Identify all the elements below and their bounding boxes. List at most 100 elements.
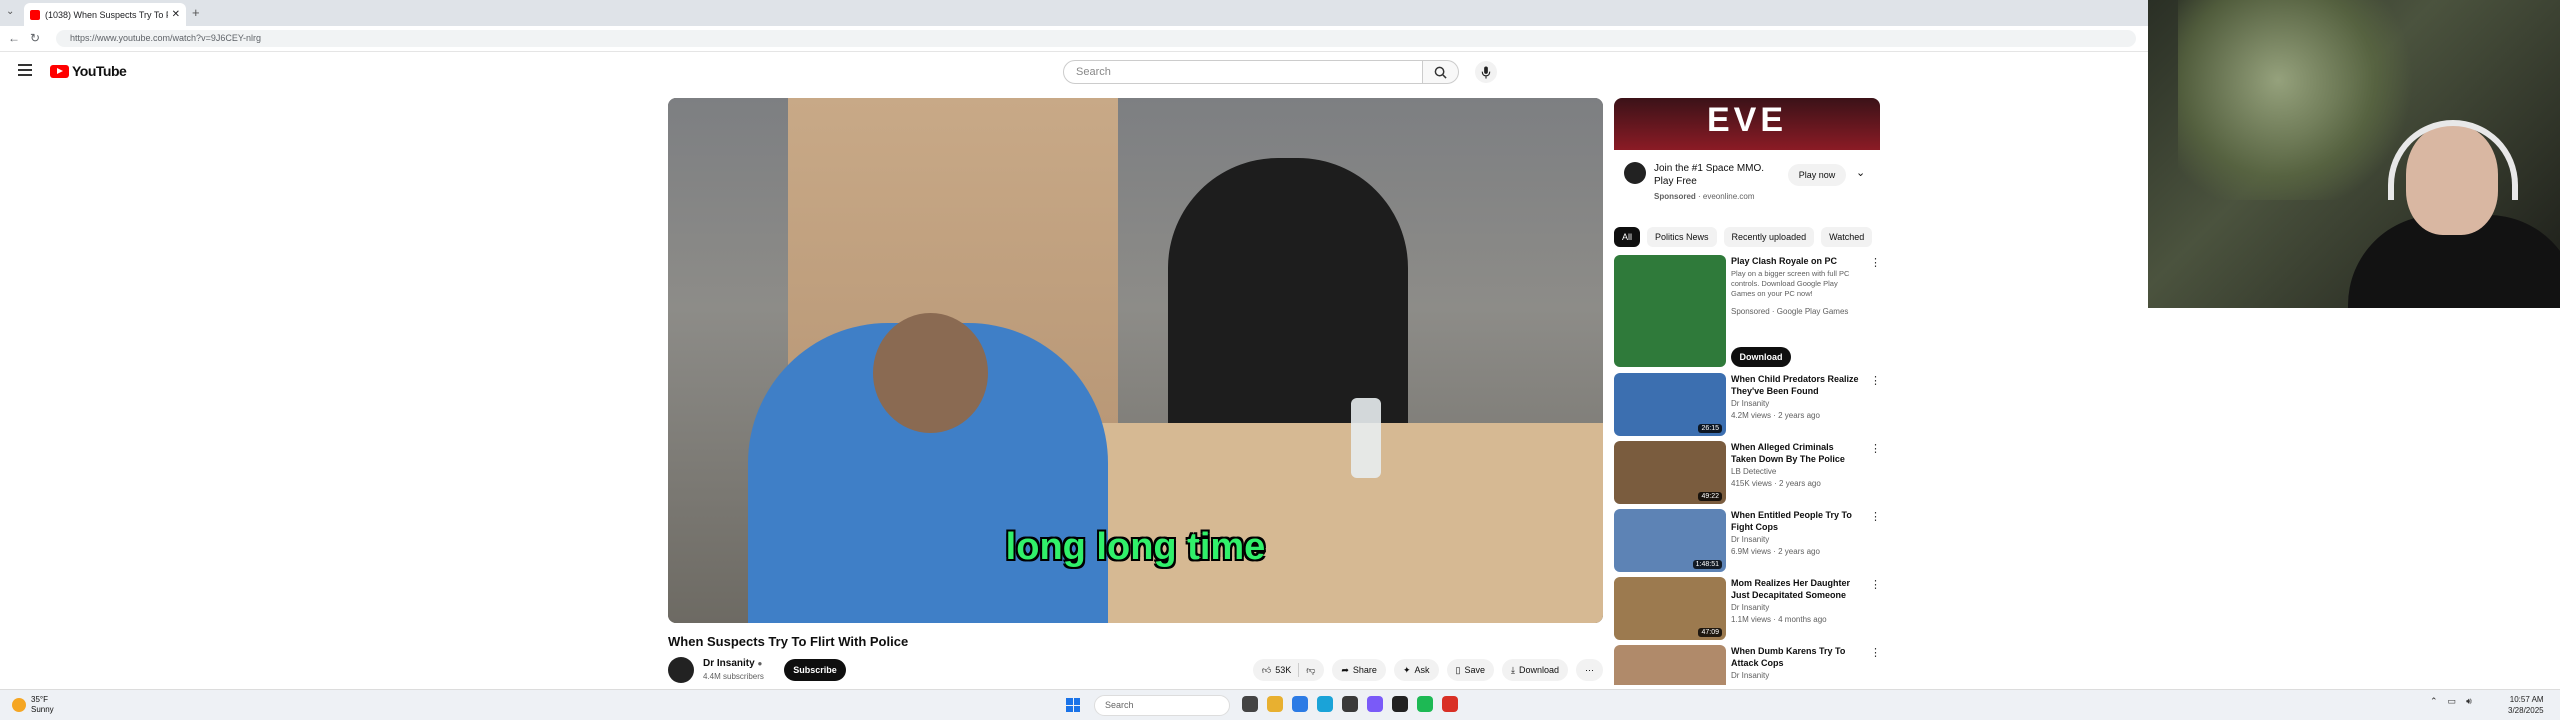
more-options-icon[interactable]: ⋮ xyxy=(1870,374,1881,387)
recommendation-item[interactable]: 26:15 When Child Predators Realize They'… xyxy=(1614,373,1881,439)
search-input[interactable]: Search xyxy=(1063,60,1423,84)
video-thumbnail[interactable]: 49:22 xyxy=(1614,441,1726,504)
recommendation-item[interactable]: 1:48:51 When Entitled People Try To Figh… xyxy=(1614,509,1881,575)
more-icon: ⋯ xyxy=(1585,664,1594,675)
download-button[interactable]: ⤓ Download xyxy=(1501,659,1568,681)
discord-icon[interactable] xyxy=(1367,696,1383,712)
subscribe-button[interactable]: Subscribe xyxy=(784,659,846,681)
rec-channel[interactable]: Dr Insanity xyxy=(1731,399,1769,408)
hamburger-menu-icon[interactable] xyxy=(18,64,32,76)
webcam-overlay xyxy=(2148,0,2560,308)
chevron-down-icon[interactable]: ⌄ xyxy=(1856,166,1865,179)
video-thumbnail[interactable]: 47:09 xyxy=(1614,577,1726,640)
ad-domain: eveonline.com xyxy=(1702,192,1755,201)
ask-button[interactable]: ✦ Ask xyxy=(1393,659,1439,681)
ad-banner[interactable]: EVE ONLINE xyxy=(1614,98,1880,161)
video-actions: 👍︎ 53K 👎︎ ➦ Share ✦ Ask ▯ Save ⤓ Downloa… xyxy=(1252,659,1603,681)
chip-recently-uploaded[interactable]: Recently uploaded xyxy=(1723,227,1815,247)
chip-all[interactable]: All xyxy=(1614,227,1641,247)
rec-title[interactable]: When Child Predators Realize They've Bee… xyxy=(1731,373,1861,397)
recommendation-item[interactable]: When Dumb Karens Try To Attack Cops Dr I… xyxy=(1614,645,1880,685)
logo-text: YouTube xyxy=(72,63,127,79)
video-player[interactable]: long long time xyxy=(668,98,1603,623)
spotify-icon[interactable] xyxy=(1417,696,1433,712)
edge-icon[interactable] xyxy=(1317,696,1333,712)
weather-text: 35°F Sunny xyxy=(31,695,54,715)
channel-name[interactable]: Dr Insanity ● xyxy=(703,658,762,669)
verified-icon: ● xyxy=(757,659,763,668)
youtube-logo[interactable]: YouTube xyxy=(50,63,127,79)
rec-meta: 1.1M views · 4 months ago xyxy=(1731,615,1827,624)
thumbs-down-icon[interactable]: 👎︎ xyxy=(1306,665,1315,676)
back-icon[interactable]: ← xyxy=(8,31,20,45)
ad-sponsored-label: Sponsored xyxy=(1654,192,1696,201)
ad-meta: Sponsored · eveonline.com xyxy=(1654,192,1755,201)
new-tab-icon[interactable]: + xyxy=(192,5,200,20)
obs-icon[interactable] xyxy=(1392,696,1408,712)
tab-list-icon[interactable]: ⌄ xyxy=(6,6,14,17)
close-tab-icon[interactable]: ✕ xyxy=(172,9,180,20)
share-label: Share xyxy=(1352,665,1377,675)
video-frame-bottle xyxy=(1351,398,1381,478)
url-field[interactable]: https://www.youtube.com/watch?v=9J6CEY-n… xyxy=(56,30,2136,47)
more-options-icon[interactable]: ⋮ xyxy=(1870,646,1880,659)
video-thumbnail[interactable]: 1:48:51 xyxy=(1614,509,1726,572)
video-thumbnail[interactable] xyxy=(1614,255,1726,367)
weather-widget[interactable]: 35°F Sunny xyxy=(12,695,54,715)
rec-title[interactable]: When Dumb Karens Try To Attack Cops xyxy=(1731,645,1861,669)
rec-title[interactable]: Mom Realizes Her Daughter Just Decapitat… xyxy=(1731,577,1861,601)
task-view-icon[interactable] xyxy=(1242,696,1258,712)
chip-watched[interactable]: Watched xyxy=(1821,227,1873,247)
taskbar-clock[interactable]: 10:57 AM 3/28/2025 xyxy=(2508,694,2544,716)
recommendation-item[interactable]: 47:09 Mom Realizes Her Daughter Just Dec… xyxy=(1614,577,1881,643)
recommendation-ad-item[interactable]: Play Clash Royale on PC Play on a bigger… xyxy=(1614,255,1881,367)
app-icon[interactable] xyxy=(1442,696,1458,712)
video-frame-officer-head xyxy=(873,313,988,433)
weather-condition: Sunny xyxy=(31,705,54,714)
channel-avatar[interactable] xyxy=(668,657,694,683)
video-thumbnail[interactable]: 26:15 xyxy=(1614,373,1726,436)
like-button[interactable]: 👍︎ 53K 👎︎ xyxy=(1252,659,1325,681)
chip-politics-news[interactable]: Politics News xyxy=(1647,227,1717,247)
more-actions-button[interactable]: ⋯ xyxy=(1576,659,1603,681)
rec-description: Play on a bigger screen with full PC con… xyxy=(1731,269,1850,298)
recommendation-item[interactable]: 49:22 When Alleged Criminals Taken Down … xyxy=(1614,441,1881,507)
rec-title[interactable]: Play Clash Royale on PC xyxy=(1731,255,1861,267)
rec-channel[interactable]: Dr Insanity xyxy=(1731,535,1769,544)
rec-channel[interactable]: Dr Insanity xyxy=(1731,671,1769,680)
download-app-button[interactable]: Download xyxy=(1731,347,1791,367)
share-icon: ➦ xyxy=(1341,664,1349,675)
save-button[interactable]: ▯ Save xyxy=(1446,659,1494,681)
rec-title[interactable]: When Alleged Criminals Taken Down By The… xyxy=(1731,441,1861,465)
sponsored-ad[interactable]: EVE ONLINE Join the #1 Space MMO. Play F… xyxy=(1614,98,1880,212)
rec-meta: 415K views · 2 years ago xyxy=(1731,479,1821,488)
share-button[interactable]: ➦ Share xyxy=(1332,659,1386,681)
rec-channel[interactable]: Dr Insanity xyxy=(1731,603,1769,612)
more-options-icon[interactable]: ⋮ xyxy=(1870,256,1881,269)
more-options-icon[interactable]: ⋮ xyxy=(1870,510,1881,523)
rec-title[interactable]: When Entitled People Try To Fight Cops xyxy=(1731,509,1861,533)
windows-start-icon[interactable] xyxy=(1066,698,1080,712)
rec-channel[interactable]: LB Detective xyxy=(1731,467,1776,476)
network-icon[interactable]: ▭ xyxy=(2448,696,2457,707)
duration-badge: 1:48:51 xyxy=(1692,560,1722,569)
more-options-icon[interactable]: ⋮ xyxy=(1870,442,1881,455)
chevron-up-icon[interactable]: ⌃ xyxy=(2430,696,2438,707)
file-explorer-icon[interactable] xyxy=(1267,696,1283,712)
taskbar-apps xyxy=(1242,696,1458,712)
reload-icon[interactable]: ↻ xyxy=(30,31,40,45)
ad-play-now-button[interactable]: Play now xyxy=(1788,164,1846,186)
video-thumbnail[interactable] xyxy=(1614,645,1726,685)
taskbar-search-input[interactable]: Search xyxy=(1094,695,1230,716)
microphone-icon xyxy=(1481,65,1491,79)
photos-icon[interactable] xyxy=(1292,696,1308,712)
youtube-play-icon xyxy=(50,64,69,78)
search-button[interactable] xyxy=(1423,60,1459,84)
rec-meta: 4.2M views · 2 years ago xyxy=(1731,411,1820,420)
browser-tab[interactable]: (1038) When Suspects Try To Flir ✕ xyxy=(24,3,186,26)
more-options-icon[interactable]: ⋮ xyxy=(1870,578,1881,591)
bookmark-icon: ▯ xyxy=(1455,664,1461,675)
terminal-icon[interactable] xyxy=(1342,696,1358,712)
volume-icon[interactable]: 🔊︎ xyxy=(2466,696,2472,707)
voice-search-button[interactable] xyxy=(1475,61,1497,83)
